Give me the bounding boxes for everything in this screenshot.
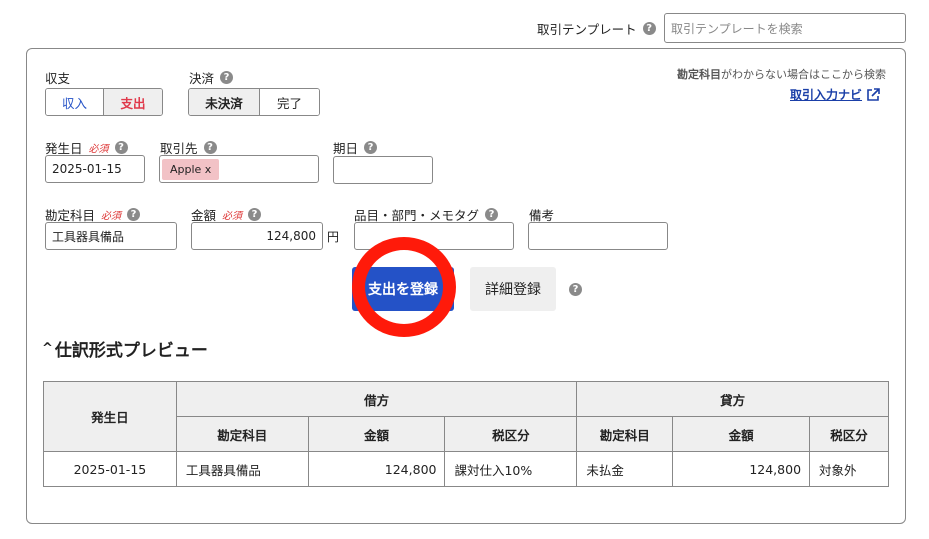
settlement-toggle: 未決済 完了 <box>188 88 320 116</box>
header-credit: 貸方 <box>576 381 889 417</box>
note-input[interactable] <box>528 222 668 250</box>
account-search-hint-bold: 勘定科目 <box>677 68 721 81</box>
preview-header[interactable]: ^ 仕訳形式プレビュー <box>42 336 208 361</box>
settlement-label: 決済 <box>189 71 215 86</box>
required-badge: 必須 <box>222 211 243 222</box>
required-badge: 必須 <box>88 144 109 155</box>
due-date-label-group: 期日 ? <box>333 138 378 157</box>
expense-button[interactable]: 支出 <box>104 89 162 115</box>
account-search-hint-text: がわからない場合はここから検索 <box>721 68 886 81</box>
cell-credit-tax: 対象外 <box>809 451 889 487</box>
header-debit: 借方 <box>175 381 578 417</box>
help-icon[interactable]: ? <box>220 71 234 84</box>
header-debit-tax: 税区分 <box>444 416 578 452</box>
due-date-input[interactable] <box>333 156 433 184</box>
cell-credit-amount: 124,800 <box>672 451 811 487</box>
journal-preview-table: 発生日 借方 貸方 勘定科目 金額 税区分 勘定科目 金額 税区分 2025-0… <box>43 381 889 487</box>
header-credit-amount: 金額 <box>672 416 811 452</box>
help-icon[interactable]: ? <box>127 208 141 221</box>
nav-link-group: 取引入力ナビ <box>790 86 880 103</box>
template-search-label-group: 取引テンプレート ? <box>537 19 656 37</box>
template-search-label: 取引テンプレート <box>537 21 637 37</box>
cell-debit-amount: 124,800 <box>307 451 446 487</box>
cell-credit-account: 未払金 <box>576 451 674 487</box>
issue-date-input[interactable]: 2025-01-15 <box>45 155 145 183</box>
amount-unit: 円 <box>327 230 340 244</box>
table-row: 2025-01-15 工具器具備品 124,800 課対仕入10% 未払金 12… <box>43 451 889 487</box>
account-input[interactable]: 工具器具備品 <box>45 222 177 250</box>
required-badge: 必須 <box>101 211 122 222</box>
partner-tag[interactable]: Apple x <box>162 158 220 180</box>
help-icon[interactable]: ? <box>248 208 262 221</box>
income-expense-toggle: 収入 支出 <box>45 88 163 116</box>
cell-debit-tax: 課対仕入10% <box>444 451 578 487</box>
settled-button[interactable]: 完了 <box>259 89 319 115</box>
entry-nav-link[interactable]: 取引入力ナビ <box>790 86 862 103</box>
chevron-up-icon[interactable]: ^ <box>42 341 53 356</box>
help-icon[interactable]: ? <box>203 141 217 154</box>
cell-debit-account: 工具器具備品 <box>175 451 309 487</box>
header-credit-account: 勘定科目 <box>576 416 674 452</box>
help-icon[interactable]: ? <box>569 283 582 296</box>
account-search-hint: 勘定科目がわからない場合はここから検索 <box>620 66 886 82</box>
partner-input[interactable]: Apple x <box>159 155 319 183</box>
due-date-label: 期日 <box>333 141 359 156</box>
cell-date: 2025-01-15 <box>43 451 177 487</box>
detail-register-button[interactable]: 詳細登録 <box>470 267 556 311</box>
header-credit-tax: 税区分 <box>809 416 889 452</box>
help-icon[interactable]: ? <box>485 208 499 221</box>
external-link-icon <box>867 87 880 101</box>
header-date: 発生日 <box>43 381 177 452</box>
income-button[interactable]: 収入 <box>46 89 105 115</box>
unsettled-button[interactable]: 未決済 <box>189 89 260 115</box>
header-debit-account: 勘定科目 <box>175 416 309 452</box>
help-icon[interactable]: ? <box>114 141 128 154</box>
header-debit-amount: 金額 <box>307 416 446 452</box>
highlight-circle <box>352 237 456 337</box>
help-icon[interactable]: ? <box>364 141 378 154</box>
help-icon[interactable]: ? <box>642 21 656 35</box>
preview-title: 仕訳形式プレビュー <box>54 341 208 361</box>
income-expense-label: 収支 <box>45 71 71 86</box>
settlement-label-group: 決済 ? <box>189 68 234 87</box>
template-search-input[interactable]: 取引テンプレートを検索 <box>664 13 906 43</box>
amount-input[interactable]: 124,800 <box>191 222 323 250</box>
